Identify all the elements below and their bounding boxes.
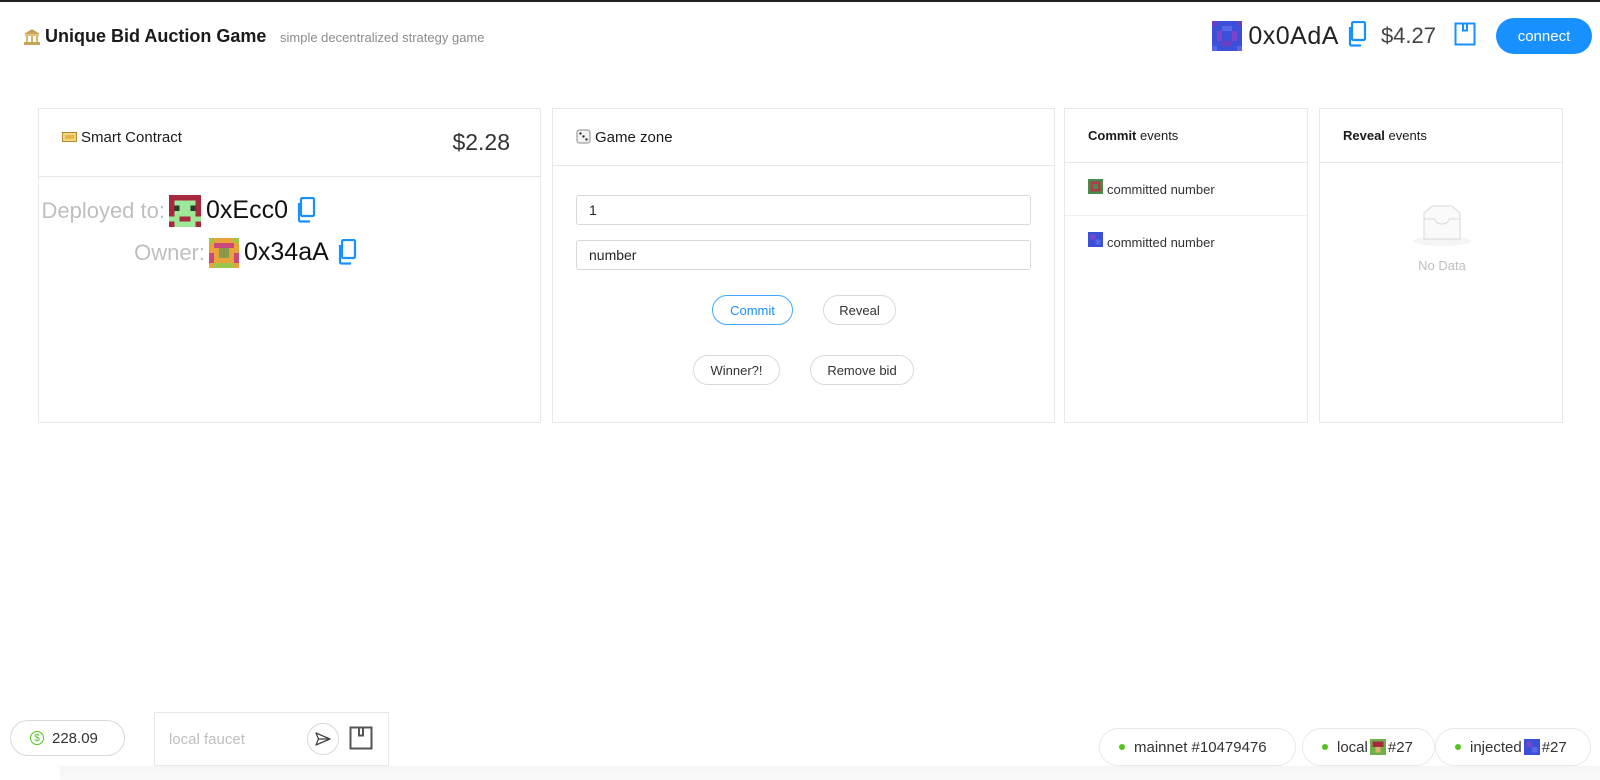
- card-title-bold: Commit: [1088, 128, 1137, 143]
- app-header: Unique Bid Auction Game simple decentral…: [0, 2, 1600, 68]
- card-title: Commit events: [1088, 128, 1178, 143]
- app-title: Unique Bid Auction Game: [23, 26, 266, 47]
- card-title: Smart Contract: [62, 129, 182, 146]
- card-title-rest: events: [1384, 128, 1427, 143]
- bank-icon: [24, 28, 40, 45]
- card-title-rest: events: [1136, 128, 1179, 143]
- deployed-row: Deployed to: 0xEcc0: [39, 193, 316, 228]
- card-header: Smart Contract $2.28: [39, 109, 540, 177]
- network-label: mainnet #10479476: [1134, 738, 1267, 756]
- send-icon: [315, 732, 331, 746]
- commit-events-card: Commit events committed number committed…: [1064, 108, 1308, 423]
- status-dot: [1322, 744, 1328, 750]
- empty-text: No Data: [1418, 258, 1466, 273]
- deployed-label: Deployed to:: [41, 197, 165, 223]
- account-avatar: [1212, 21, 1243, 51]
- footer-shadow: [60, 766, 1600, 780]
- contract-avatar: [169, 194, 201, 227]
- list-item: committed number: [1065, 216, 1307, 268]
- faucet-send-button[interactable]: [307, 723, 339, 755]
- faucet-input[interactable]: [155, 713, 305, 765]
- app-title-text: Unique Bid Auction Game: [45, 26, 267, 46]
- card-header: Reveal events: [1320, 109, 1562, 163]
- card-title-bold: Reveal: [1343, 128, 1385, 143]
- dice-icon: [576, 129, 591, 144]
- card-header: Game zone: [553, 109, 1054, 166]
- event-text: committed number: [1107, 235, 1215, 250]
- network-label: injected: [1470, 738, 1522, 756]
- app-subtitle: simple decentralized strategy game: [280, 30, 485, 45]
- network-avatar: [1523, 739, 1540, 755]
- remove-bid-button[interactable]: Remove bid: [810, 355, 914, 385]
- owner-label: Owner:: [134, 239, 205, 265]
- account-address[interactable]: 0x0AdA: [1248, 22, 1339, 51]
- card-title-text: Game zone: [595, 129, 673, 146]
- secret-number-input[interactable]: [576, 240, 1031, 270]
- status-dot: [1119, 744, 1125, 750]
- owner-row: Owner: 0x34aA: [39, 235, 357, 270]
- card-title: Game zone: [576, 129, 673, 146]
- network-pill-injected[interactable]: injected #27: [1435, 728, 1591, 766]
- reveal-button[interactable]: Reveal: [823, 295, 896, 325]
- event-text: committed number: [1107, 182, 1215, 197]
- network-suffix: #27: [1387, 738, 1413, 756]
- network-pill-mainnet[interactable]: mainnet #10479476: [1099, 728, 1296, 766]
- bid-number-input[interactable]: [576, 195, 1031, 225]
- reveal-events-card: Reveal events No Data: [1319, 108, 1563, 423]
- connect-button[interactable]: connect: [1496, 18, 1592, 54]
- dollar-icon: $: [30, 731, 44, 745]
- inbox-icon: [1412, 205, 1472, 254]
- local-balance: 228.09: [52, 729, 98, 747]
- list-item: committed number: [1065, 163, 1307, 216]
- wallet-icon[interactable]: [1454, 22, 1476, 51]
- status-dot: [1455, 744, 1461, 750]
- card-title-text: Smart Contract: [81, 129, 182, 146]
- faucet-widget: [154, 712, 389, 766]
- owner-avatar: [209, 237, 239, 268]
- ticket-icon: [62, 132, 77, 142]
- account-balance: $4.27: [1380, 23, 1436, 48]
- event-avatar: [1088, 232, 1103, 247]
- contract-balance: $2.28: [452, 129, 510, 155]
- copy-icon[interactable]: [1347, 20, 1367, 52]
- owner-address[interactable]: 0x34aA: [244, 238, 329, 267]
- network-avatar: [1369, 739, 1386, 755]
- commit-button[interactable]: Commit: [712, 295, 793, 325]
- balance-pill: $ 228.09: [10, 720, 125, 756]
- network-suffix: #27: [1541, 738, 1567, 756]
- copy-icon[interactable]: [296, 196, 316, 228]
- wallet-icon[interactable]: [349, 726, 373, 755]
- network-label: local: [1337, 738, 1368, 756]
- account-bar: 0x0AdA $4.27 connect: [1212, 16, 1600, 56]
- card-header: Commit events: [1065, 109, 1307, 163]
- card-title: Reveal events: [1343, 128, 1427, 143]
- smart-contract-card: Smart Contract $2.28 Deployed to: 0xEcc0…: [38, 108, 541, 423]
- event-avatar: [1088, 179, 1103, 194]
- network-pill-local[interactable]: local #27: [1302, 728, 1435, 766]
- winner-button[interactable]: Winner?!: [693, 355, 780, 385]
- deployed-address[interactable]: 0xEcc0: [206, 196, 288, 225]
- game-zone-card: Game zone Commit Reveal Winner?! Remove …: [552, 108, 1055, 423]
- copy-icon[interactable]: [337, 238, 357, 270]
